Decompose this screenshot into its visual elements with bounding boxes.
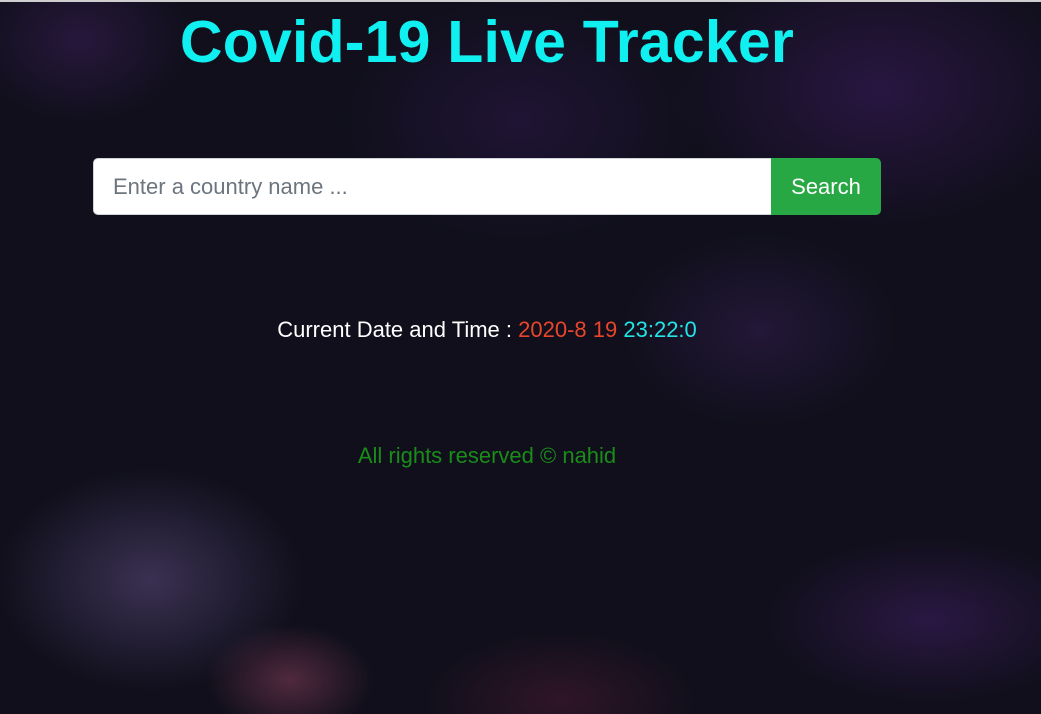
datetime-label: Current Date and Time : [277,317,512,342]
search-form: Search [93,158,881,215]
footer-copyright: All rights reserved © nahid [357,443,617,468]
page-background [0,0,1041,714]
datetime-day: 19 [592,317,618,342]
search-button[interactable]: Search [771,158,881,215]
datetime-time: 23:22:0 [623,317,697,342]
datetime-date: 2020-8 [518,317,587,342]
current-datetime: Current Date and Time : 2020-8 19 23:22:… [0,317,974,343]
page-title: Covid-19 Live Tracker [179,9,795,75]
top-border [0,0,1041,2]
country-search-input[interactable] [93,158,771,215]
